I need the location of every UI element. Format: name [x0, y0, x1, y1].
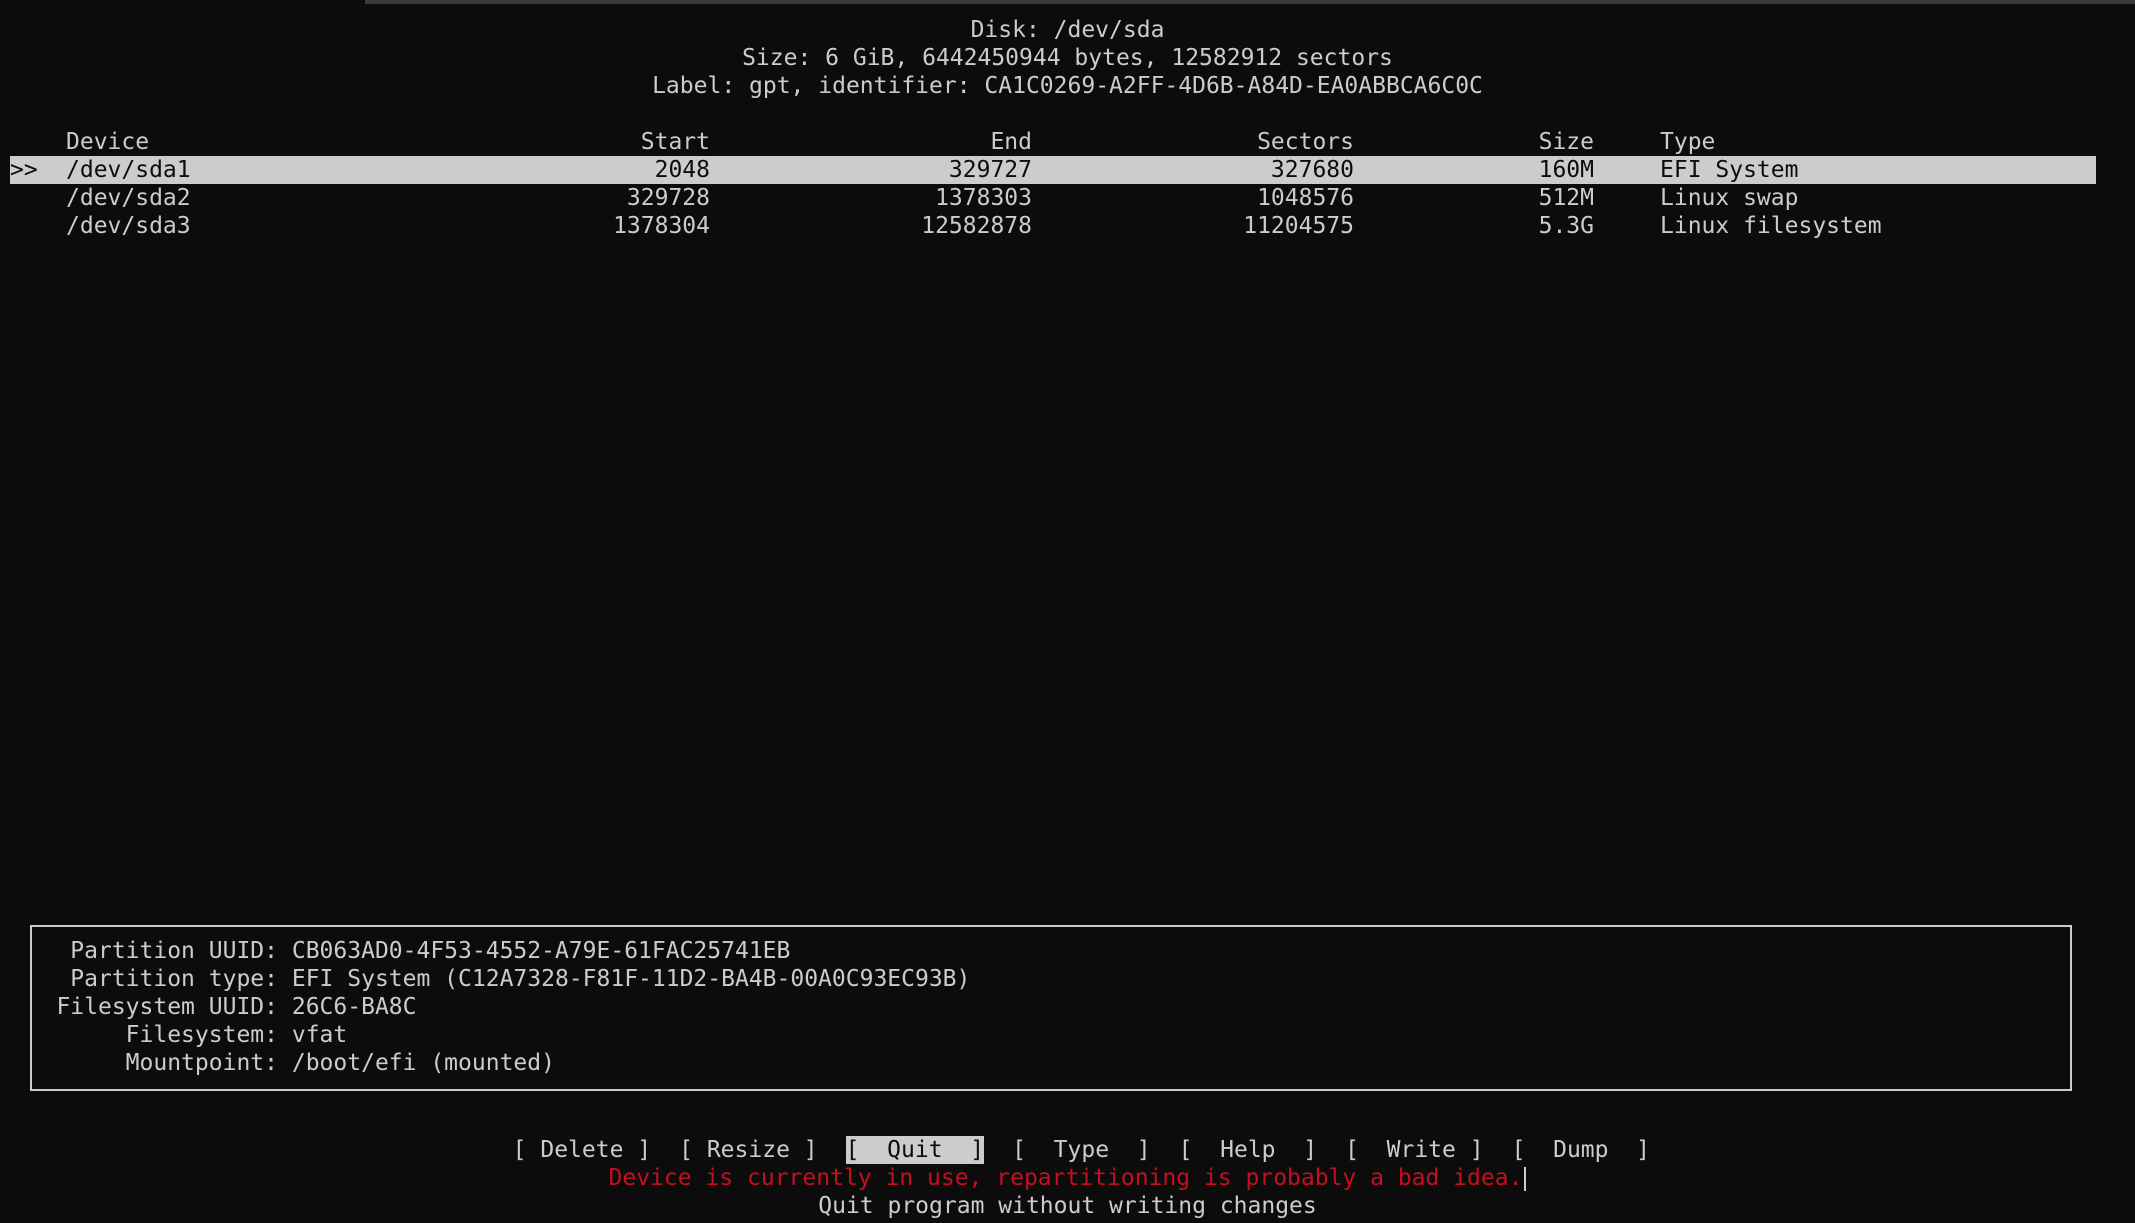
detail-value: 26C6-BA8C [291, 994, 417, 1020]
text-cursor [1524, 1166, 1527, 1191]
partition-end: 1378303 [935, 185, 1032, 211]
detail-filesystem-uuid: Filesystem UUID: 26C6-BA8C [38, 993, 416, 1021]
status-warning-line: Device is currently in use, repartitioni… [0, 1164, 2135, 1192]
partition-row-sda2[interactable]: /dev/sda2 329728 1378303 1048576 512M Li… [10, 184, 2096, 212]
partition-device: /dev/sda2 [66, 185, 191, 211]
warning-message: Device is currently in use, repartitioni… [608, 1165, 1523, 1191]
quit-button[interactable]: [ Quit ] [845, 1136, 985, 1164]
header-type: Type [1660, 129, 1716, 155]
partition-device: /dev/sda1 [66, 157, 191, 183]
status-hint: Quit program without writing changes [818, 1193, 1317, 1219]
dump-button[interactable]: [ Dump ] [1512, 1136, 1650, 1164]
detail-value: EFI System (C12A7328-F81F-11D2-BA4B-00A0… [291, 966, 971, 992]
partition-type: Linux swap [1660, 185, 1799, 211]
partition-type: Linux filesystem [1660, 213, 1882, 239]
partition-start: 329728 [626, 185, 710, 211]
detail-filesystem: Filesystem: vfat [38, 1021, 348, 1049]
detail-key: Filesystem: [125, 1022, 278, 1048]
partition-sectors: 11204575 [1243, 213, 1354, 239]
partition-device: /dev/sda3 [66, 213, 191, 239]
partition-row-sda1[interactable]: >> /dev/sda1 2048 329727 327680 160M EFI… [10, 156, 2096, 184]
detail-mountpoint: Mountpoint: /boot/efi (mounted) [38, 1049, 555, 1077]
partition-size: 5.3G [1538, 213, 1594, 239]
window-top-bar [0, 0, 2135, 5]
detail-value: CB063AD0-4F53-4552-A79E-61FAC25741EB [291, 938, 791, 964]
header-start: Start [640, 129, 710, 155]
type-button[interactable]: [ Type ] [1012, 1136, 1150, 1164]
header-size: Size [1538, 129, 1594, 155]
detail-key: Partition type: [70, 966, 278, 992]
header-sectors: Sectors [1257, 129, 1354, 155]
partition-end: 329727 [948, 157, 1032, 183]
partition-sectors: 1048576 [1257, 185, 1354, 211]
detail-partition-uuid: Partition UUID: CB063AD0-4F53-4552-A79E-… [38, 937, 790, 965]
partition-start: 1378304 [613, 213, 710, 239]
disk-title: Disk: /dev/sda [970, 17, 1165, 43]
write-button[interactable]: [ Write ] [1345, 1136, 1483, 1164]
detail-value: vfat [291, 1022, 348, 1048]
header-end: End [990, 129, 1032, 155]
detail-value: /boot/efi (mounted) [291, 1050, 555, 1076]
resize-button[interactable]: [ Resize ] [679, 1136, 817, 1164]
action-menu: [ Delete ] [ Resize ] [ Quit ] [ Type ] [ He… [0, 1108, 2135, 1164]
partition-row-sda3[interactable]: /dev/sda3 1378304 12582878 11204575 5.3G… [10, 212, 2096, 240]
partition-size: 160M [1538, 157, 1594, 183]
detail-partition-type: Partition type: EFI System (C12A7328-F81… [38, 965, 970, 993]
partition-size: 512M [1538, 185, 1594, 211]
partition-details-panel: Partition UUID: CB063AD0-4F53-4552-A79E-… [30, 925, 2072, 1091]
partition-sectors: 327680 [1270, 157, 1354, 183]
partition-type: EFI System [1660, 157, 1799, 183]
tab-strip [365, 0, 2135, 4]
partition-start: 2048 [654, 157, 710, 183]
disk-label-info: Label: gpt, identifier: CA1C0269-A2FF-4D… [652, 73, 1483, 99]
partition-end: 12582878 [921, 213, 1032, 239]
selection-marker: >> [10, 157, 38, 183]
detail-key: Partition UUID: [70, 938, 278, 964]
disk-size-info: Size: 6 GiB, 6442450944 bytes, 12582912 … [742, 45, 1393, 71]
detail-key: Filesystem UUID: [56, 994, 278, 1020]
delete-button[interactable]: [ Delete ] [513, 1136, 651, 1164]
detail-key: Mountpoint: [125, 1050, 278, 1076]
header-device: Device [66, 129, 150, 155]
partition-table-header: Device Start End Sectors Size Type [10, 128, 2096, 156]
help-button[interactable]: [ Help ] [1179, 1136, 1317, 1164]
